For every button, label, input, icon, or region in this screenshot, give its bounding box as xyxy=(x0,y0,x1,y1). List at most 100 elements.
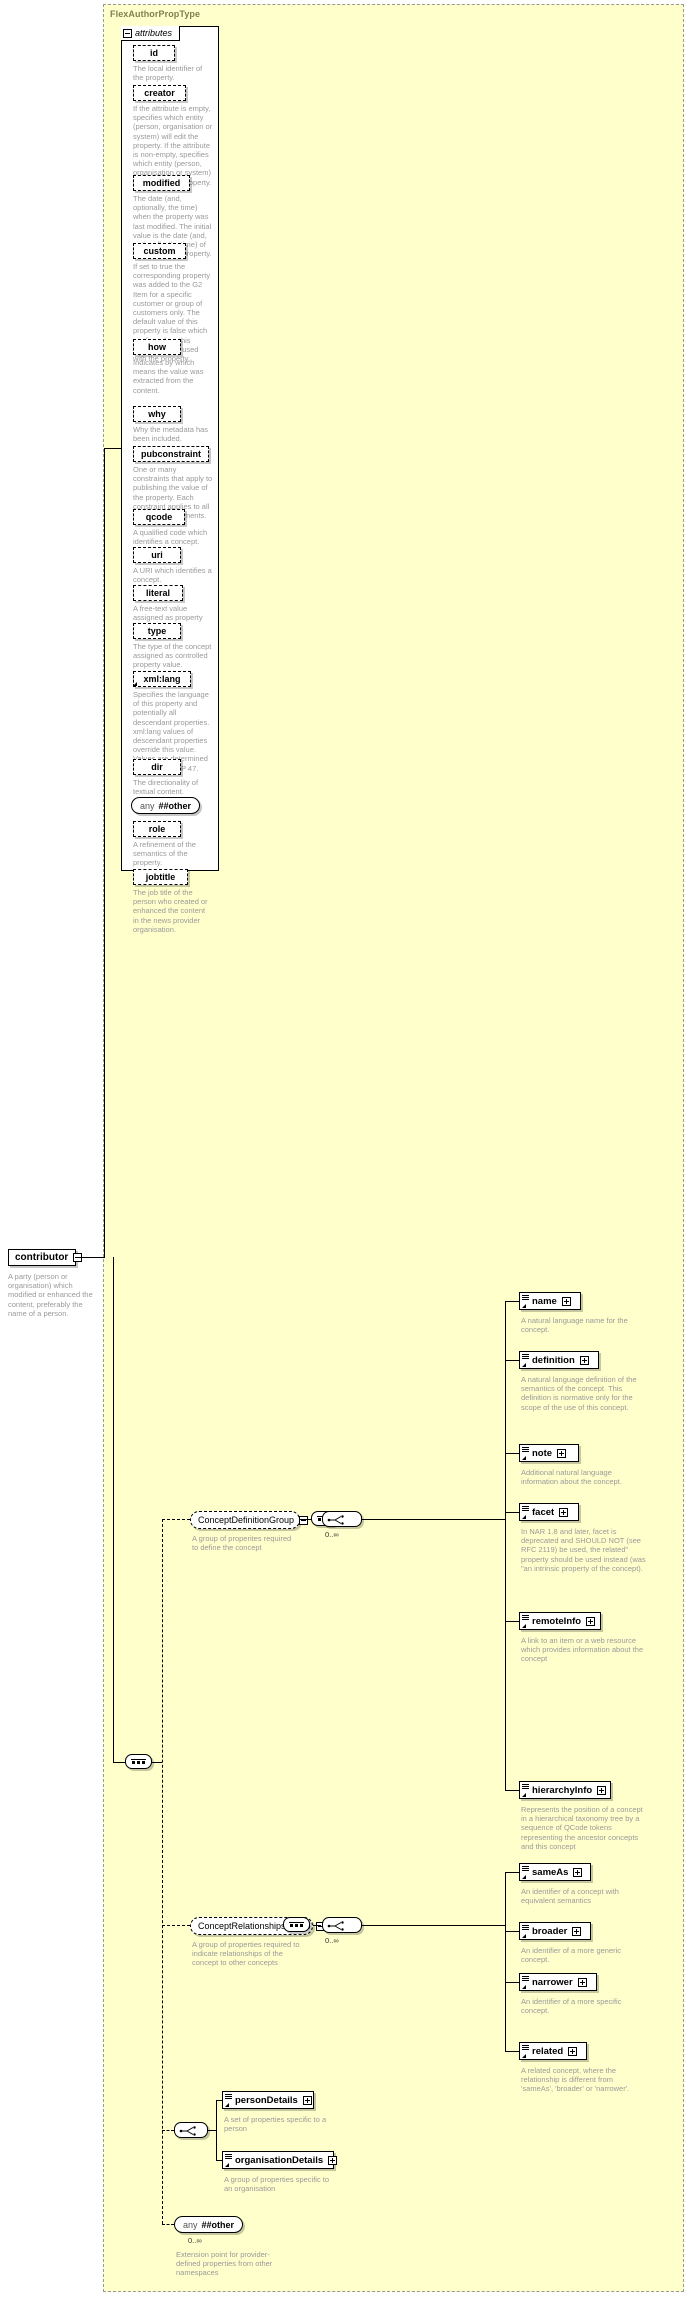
expand-persondetails-icon[interactable] xyxy=(302,2095,312,2105)
element-arrow-icon xyxy=(522,1985,526,1989)
expand-hierarchyinfo-icon[interactable] xyxy=(597,1785,607,1795)
attributes-header[interactable]: attributes xyxy=(121,26,180,41)
choice-switch-icon xyxy=(327,1921,344,1931)
attribute-custom-label: custom xyxy=(143,246,176,256)
attribute-custom[interactable]: custom xyxy=(133,243,186,259)
element-sameas[interactable]: sameAs xyxy=(519,1863,591,1881)
element-organisationdetails-desc: A group of properties specific to an org… xyxy=(224,2175,330,2194)
element-arrow-icon xyxy=(522,1515,526,1519)
connector-contributor-to-type xyxy=(76,1257,104,1258)
element-contributor-desc: A party (person or organisation) which m… xyxy=(8,1272,93,1318)
element-narrower-label: narrower xyxy=(532,1976,573,1988)
element-definition[interactable]: definition xyxy=(519,1351,599,1369)
element-name-label: name xyxy=(532,1295,557,1307)
element-broader-desc: An identifier of a more generic concept. xyxy=(521,1946,622,1965)
any-element-keyword-label: any xyxy=(183,2219,198,2230)
attribute-how-desc: Indicates by which means the value was e… xyxy=(133,358,204,395)
element-related[interactable]: related xyxy=(519,2042,587,2060)
element-arrow-icon xyxy=(522,1875,526,1879)
spine-concept-relationships-children xyxy=(505,1872,506,2051)
attribute-qcode-label: qcode xyxy=(145,512,173,522)
connector-detail-choice-out xyxy=(208,2130,216,2131)
expand-remoteinfo-icon[interactable] xyxy=(586,1616,596,1626)
attribute-why[interactable]: why xyxy=(133,406,181,422)
collapse-attributes-icon[interactable] xyxy=(123,28,132,38)
connector-child-definition xyxy=(505,1360,519,1361)
element-persondetails[interactable]: personDetails xyxy=(222,2091,314,2109)
connector-child-related xyxy=(505,2051,519,2052)
element-contributor[interactable]: contributor xyxy=(8,1249,83,1266)
attribute-role[interactable]: role xyxy=(133,821,181,837)
element-hierarchyinfo[interactable]: hierarchyInfo xyxy=(519,1781,611,1799)
element-arrow-icon xyxy=(522,1624,526,1628)
collapse-concept-definition-icon[interactable] xyxy=(299,1515,309,1525)
element-note-desc: Additional natural language information … xyxy=(521,1468,622,1487)
attribute-id-label: id xyxy=(150,48,158,58)
attribute-xml-lang-label: xml:lang xyxy=(143,674,181,684)
choice-concept-relationships[interactable] xyxy=(322,1917,362,1933)
element-lines-icon xyxy=(522,2045,529,2050)
expand-related-icon[interactable] xyxy=(568,2046,578,2056)
connector-child-hierarchyinfo xyxy=(505,1790,519,1791)
attribute-uri[interactable]: uri xyxy=(133,547,181,563)
group-concept-definition[interactable]: ConceptDefinitionGroup xyxy=(190,1511,309,1529)
element-lines-icon xyxy=(522,1976,529,1981)
any-element-namespace-label: ##other xyxy=(201,2219,235,2230)
sequence-concept-relationships[interactable] xyxy=(283,1917,310,1932)
attribute-how[interactable]: how xyxy=(133,339,181,355)
element-arrow-icon xyxy=(522,1793,526,1797)
expand-narrower-icon[interactable] xyxy=(577,1977,587,1987)
group-concept-relationships-desc: A group of properties required to indica… xyxy=(192,1940,300,1968)
choice-concept-definition[interactable] xyxy=(322,1511,362,1527)
attribute-type[interactable]: type xyxy=(133,623,181,639)
attribute-pubconstraint[interactable]: pubconstraint xyxy=(133,446,209,462)
expand-note-icon[interactable] xyxy=(557,1448,567,1458)
expand-sameas-icon[interactable] xyxy=(573,1867,583,1877)
connector-child-facet xyxy=(505,1512,519,1513)
attribute-jobtitle-label: jobtitle xyxy=(145,872,176,882)
attribute-uri-label: uri xyxy=(151,550,163,560)
element-note[interactable]: note xyxy=(519,1444,579,1462)
choice-switch-icon xyxy=(327,1515,344,1525)
any-keyword-label: any xyxy=(140,800,155,811)
main-sequence-connector[interactable] xyxy=(125,1754,152,1769)
expand-name-icon[interactable] xyxy=(561,1296,571,1306)
element-facet[interactable]: facet xyxy=(519,1503,579,1521)
attribute-any-other[interactable]: any ##other xyxy=(131,797,201,814)
element-arrow-icon xyxy=(522,1304,526,1308)
attribute-dir-label: dir xyxy=(151,762,163,772)
branch-stub-any-other xyxy=(162,2224,174,2225)
element-definition-label: definition xyxy=(532,1354,575,1366)
attribute-modified[interactable]: modified xyxy=(133,175,190,191)
expand-organisationdetails-icon[interactable] xyxy=(328,2155,338,2165)
expand-facet-icon[interactable] xyxy=(559,1507,569,1517)
element-lines-icon xyxy=(225,2154,232,2159)
expand-definition-icon[interactable] xyxy=(579,1355,589,1365)
attribute-qcode[interactable]: qcode xyxy=(133,509,185,525)
element-any-other[interactable]: any ##other xyxy=(174,2216,244,2233)
attribute-creator[interactable]: creator xyxy=(133,85,186,101)
attribute-jobtitle[interactable]: jobtitle xyxy=(133,869,188,885)
element-narrower[interactable]: narrower xyxy=(519,1973,597,1991)
connector-choice2-to-spine xyxy=(367,1925,505,1926)
expand-broader-icon[interactable] xyxy=(572,1926,582,1936)
attribute-literal[interactable]: literal xyxy=(133,585,183,601)
element-organisationdetails[interactable]: organisationDetails xyxy=(222,2151,338,2169)
attribute-modified-label: modified xyxy=(142,178,181,188)
choice-person-organisation[interactable] xyxy=(174,2122,208,2138)
spine-detail-choice xyxy=(216,2100,217,2160)
attribute-xml-lang[interactable]: xml:lang xyxy=(133,671,191,687)
attribute-id[interactable]: id xyxy=(133,45,175,61)
element-organisationdetails-label: organisationDetails xyxy=(235,2154,324,2166)
attribute-role-label: role xyxy=(148,824,166,834)
element-any-other-desc: Extension point for provider-defined pro… xyxy=(176,2250,273,2278)
attribute-dir[interactable]: dir xyxy=(133,759,181,775)
element-name[interactable]: name xyxy=(519,1292,581,1310)
element-related-desc: A related concept, where the relationshi… xyxy=(521,2066,630,2094)
element-lines-icon xyxy=(522,1925,529,1930)
element-contributor-label: contributor xyxy=(15,1252,69,1263)
element-narrower-desc: An identifier of a more specific concept… xyxy=(521,1997,622,2016)
element-lines-icon xyxy=(522,1784,529,1789)
element-remoteinfo[interactable]: remoteInfo xyxy=(519,1612,601,1630)
element-broader[interactable]: broader xyxy=(519,1922,591,1940)
